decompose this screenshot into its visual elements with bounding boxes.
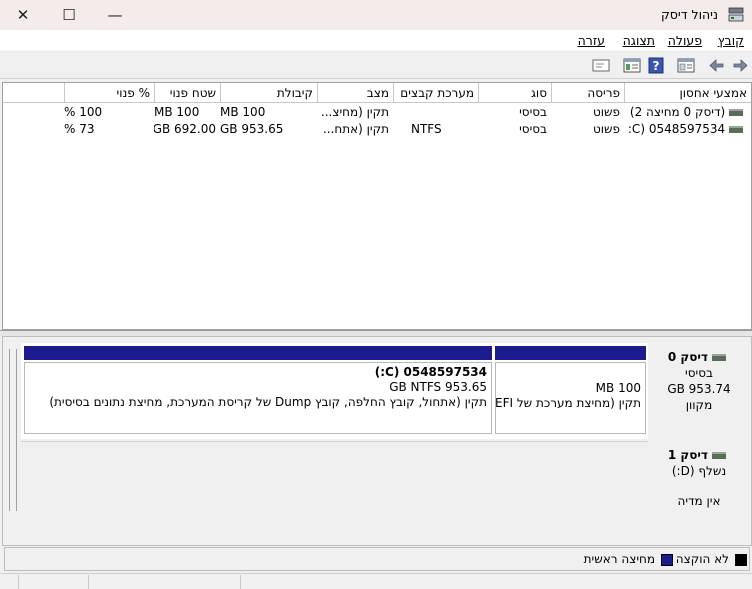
disk-name: דיסק 1 [667, 448, 708, 462]
table-row[interactable]: (דיסק 0 מחיצה 2) פשוט בסיסי תקין (מחיצ..… [3, 104, 751, 121]
partition-efi[interactable]: 100 MB תקין (מחיצת מערכת של EFI [495, 362, 646, 434]
disk-icon [712, 354, 727, 361]
partition-status: תקין (אתחול, קובץ החלפה, קובץ Dump של קר… [49, 395, 487, 409]
title-bar: ✕ ☐ — ניהול דיסק [0, 0, 752, 30]
volume-icon [729, 109, 743, 116]
disk-1-label[interactable]: דיסק 1 נשלף (D:) אין מדיה [647, 441, 750, 537]
column-header-layout[interactable]: פריסה [551, 83, 624, 103]
cell-status: תקין (מחיצ... [320, 105, 389, 119]
help-icon[interactable]: ? [647, 57, 665, 74]
cell-percent-free: 100 % [64, 105, 103, 119]
cell-free-space: 692.00 GB [154, 122, 216, 136]
disk-type: נשלף (D:) [671, 464, 727, 478]
partition-status: תקין (מחיצת מערכת של EFI [495, 396, 641, 410]
disk-state: אין מדיה [677, 494, 721, 508]
cell-layout: פשוט [592, 105, 620, 119]
toolbar: ? [0, 53, 752, 79]
properties-icon[interactable] [677, 57, 695, 74]
partition-bar [495, 346, 646, 360]
legend-swatch-unallocated [735, 554, 747, 566]
partition-c[interactable]: 0548597534 (C:) 953.65 GB NTFS תקין (אתח… [24, 362, 492, 434]
column-header-status[interactable]: מצב [317, 83, 393, 103]
disk-state: מקוון [685, 398, 713, 412]
forward-icon[interactable] [731, 57, 749, 74]
maximize-button[interactable]: ☐ [46, 0, 92, 30]
column-header-volume[interactable]: אמצעי אחסון [624, 83, 751, 103]
disk-graphical-view: דיסק 0 בסיסי 953.74 GB מקוון 0548597534 … [2, 336, 752, 546]
settings-icon[interactable] [592, 57, 610, 74]
legend-swatch-primary [661, 554, 673, 566]
disk-name: דיסק 0 [667, 350, 708, 364]
column-header-free-space[interactable]: שטח פנוי [154, 83, 220, 103]
cell-filesystem: NTFS [411, 122, 442, 136]
column-header-type[interactable]: סוג [478, 83, 551, 103]
cell-status: תקין (אתח... [322, 122, 389, 136]
column-header-percent-free[interactable]: % פנוי [64, 83, 154, 103]
vertical-scrollbar[interactable] [9, 349, 17, 511]
minimize-button[interactable]: — [92, 0, 138, 30]
svg-text:?: ? [653, 59, 660, 73]
column-header-empty [3, 83, 64, 103]
cell-type: בסיסי [519, 122, 547, 136]
cell-type: בסיסי [519, 105, 547, 119]
volume-list: אמצעי אחסון פריסה סוג מערכת קבצים מצב קי… [2, 82, 752, 330]
cell-volume: (דיסק 0 מחיצה 2) [627, 105, 747, 121]
partition-size: 953.65 GB NTFS [389, 380, 487, 394]
cell-capacity: 953.65 GB [220, 122, 284, 136]
menu-bar: קובץ פעולה תצוגה עזרה [0, 30, 752, 52]
disk-1-area [21, 441, 648, 537]
disk-0-partitions: 0548597534 (C:) 953.65 GB NTFS תקין (אתח… [21, 343, 648, 439]
disk-management-icon [728, 7, 744, 22]
menu-help[interactable]: עזרה [578, 33, 605, 48]
disk-type: בסיסי [685, 366, 713, 380]
cell-free-space: 100 MB [154, 105, 200, 119]
close-button[interactable]: ✕ [0, 0, 46, 30]
disk-size: 953.74 GB [667, 382, 731, 396]
cell-volume: 0548597534 (C:) [627, 122, 747, 138]
menu-view[interactable]: תצוגה [623, 33, 655, 48]
legend: לא הוקצה מחיצה ראשית [4, 547, 750, 571]
cell-filesystem [401, 105, 461, 121]
partition-bar [24, 346, 492, 360]
cell-capacity: 100 MB [220, 105, 266, 119]
column-header-filesystem[interactable]: מערכת קבצים [393, 83, 478, 103]
table-row[interactable]: 0548597534 (C:) פשוט בסיסי NTFS תקין (את… [3, 121, 751, 138]
volume-icon [729, 126, 743, 133]
legend-label-primary: מחיצה ראשית [583, 552, 655, 566]
column-header-capacity[interactable]: קיבולת [220, 83, 317, 103]
legend-label-unallocated: לא הוקצה [675, 552, 729, 566]
show-pane-icon[interactable] [623, 57, 641, 74]
cell-percent-free: 73 % [64, 122, 95, 136]
menu-action[interactable]: פעולה [668, 33, 702, 48]
back-icon[interactable] [708, 57, 726, 74]
status-bar [0, 573, 752, 589]
disk-0-label[interactable]: דיסק 0 בסיסי 953.74 GB מקוון [647, 343, 750, 439]
partition-title: 0548597534 (C:) [374, 365, 487, 379]
window-title: ניהול דיסק [660, 7, 718, 22]
menu-file[interactable]: קובץ [718, 33, 744, 48]
disk-icon [712, 452, 727, 459]
partition-size: 100 MB [595, 381, 641, 395]
cell-layout: פשוט [592, 122, 620, 136]
